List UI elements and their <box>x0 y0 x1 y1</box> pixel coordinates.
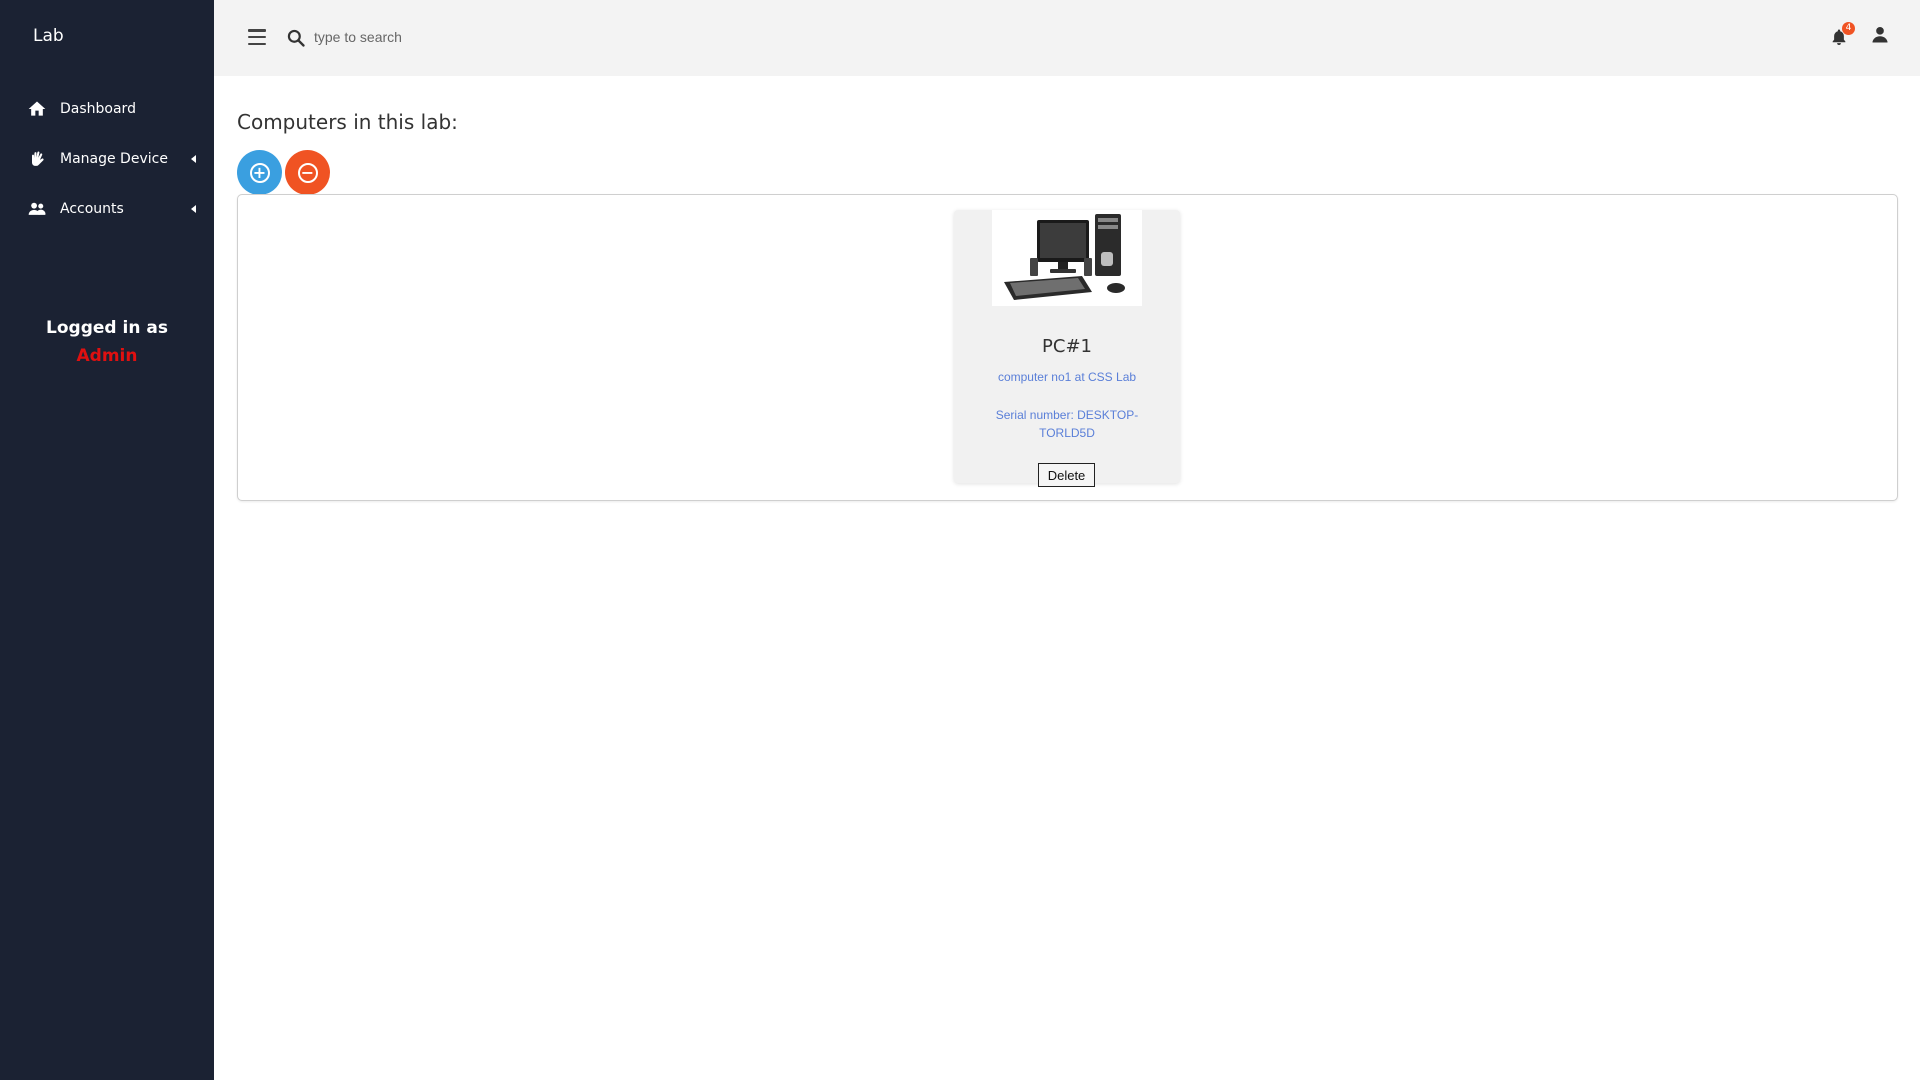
logged-in-user: Admin <box>76 346 138 366</box>
page-title: Computers in this lab: <box>237 110 458 134</box>
users-icon <box>26 198 48 220</box>
sidebar-item-label: Accounts <box>60 201 124 217</box>
hamburger-menu-icon[interactable] <box>248 29 266 46</box>
sidebar: Lab Dashboard Manage Device Accounts Log… <box>0 0 214 1080</box>
sidebar-item-label: Dashboard <box>60 101 136 117</box>
sidebar-item-dashboard[interactable]: Dashboard <box>0 84 214 134</box>
search-input[interactable] <box>314 24 614 50</box>
top-bar: 4 <box>214 0 1920 76</box>
plus-icon: + <box>249 162 270 183</box>
logged-in-info: Logged in as Admin <box>0 314 214 370</box>
computer-serial: Serial number: DESKTOP-TORLD5D <box>995 408 1139 440</box>
delete-computer-button[interactable]: Delete <box>1038 463 1095 487</box>
hand-icon <box>26 148 48 170</box>
sidebar-item-accounts[interactable]: Accounts <box>0 184 214 234</box>
brand-title[interactable]: Lab <box>33 26 64 46</box>
search-icon[interactable] <box>286 28 306 48</box>
add-computer-button[interactable]: + <box>237 150 282 195</box>
notification-count-badge: 4 <box>1842 22 1855 35</box>
home-icon <box>26 98 48 120</box>
computer-name: PC#1 <box>1042 336 1092 357</box>
computer-card: PC#1 computer no1 at CSS Lab Serial numb… <box>954 210 1180 487</box>
sidebar-item-label: Manage Device <box>60 151 168 167</box>
logged-in-label: Logged in as <box>46 318 168 338</box>
sidebar-nav: Dashboard Manage Device Accounts <box>0 84 214 234</box>
remove-computer-button[interactable]: − <box>285 150 330 195</box>
user-profile-icon[interactable] <box>1870 25 1892 47</box>
sidebar-item-manage-device[interactable]: Manage Device <box>0 134 214 184</box>
caret-left-icon <box>191 205 196 213</box>
computer-image <box>992 210 1142 306</box>
minus-icon: − <box>297 162 318 183</box>
caret-left-icon <box>191 155 196 163</box>
computer-description: computer no1 at CSS Lab <box>997 370 1137 384</box>
notifications-bell-icon[interactable]: 4 <box>1830 22 1855 49</box>
